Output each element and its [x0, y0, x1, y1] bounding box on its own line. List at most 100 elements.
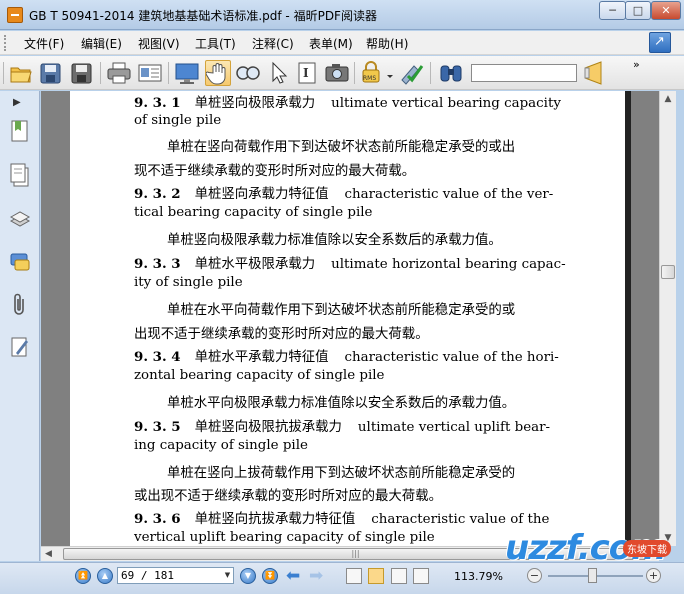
hand-tool-icon[interactable]: [205, 60, 231, 86]
term-heading: 9. 3. 3 单桩水平极限承载力 ultimate horizontal bear…: [134, 252, 566, 272]
previous-page-button[interactable]: ▲: [97, 568, 113, 584]
term-english: ultimate horizontal bearing capac-: [331, 257, 566, 272]
select-arrow-icon[interactable]: [265, 60, 291, 86]
print-icon[interactable]: [106, 60, 132, 86]
pages-thumbnail-icon[interactable]: [9, 163, 31, 187]
bookmarks-icon[interactable]: [9, 119, 31, 143]
menu-grip[interactable]: [4, 35, 8, 51]
term-english: ultimate vertical uplift bear-: [357, 420, 551, 435]
definition-line: 单桩在水平向荷载作用下到达破坏状态前所能稳定承受的或: [167, 303, 516, 318]
document-view[interactable]: 9. 3. 1 单桩竖向极限承载力 ultimate vertical bearin…: [41, 91, 659, 546]
menu-view[interactable]: 视图(V): [138, 35, 180, 52]
find-binoculars-icon[interactable]: [438, 60, 464, 86]
menu-bar: 文件(F) 编辑(E) 视图(V) 工具(T) 注释(C) 表单(M) 帮助(H…: [0, 31, 684, 55]
term-number: 9. 3. 2: [134, 186, 181, 202]
svg-text:I: I: [303, 66, 309, 80]
zoom-level: 113.79%: [454, 570, 503, 583]
layers-icon[interactable]: [9, 207, 31, 231]
comments-icon[interactable]: [9, 251, 31, 275]
term-english: characteristic value of the hori-: [344, 350, 559, 365]
window-title: GB T 50941-2014 建筑地基基础术语标准.pdf - 福昕PDF阅读…: [29, 9, 377, 23]
properties-icon[interactable]: [137, 60, 163, 86]
signatures-icon[interactable]: [9, 335, 31, 359]
toolbar-separator: [168, 62, 169, 84]
term-heading: 9. 3. 1 单桩竖向极限承载力 ultimate vertical bearin…: [134, 91, 561, 111]
text-line: 或出现不适于继续承载的变形时所对应的最大荷载。: [134, 489, 442, 504]
term-heading: 9. 3. 6 单桩竖向抗拔承载力特征值 characteristic value …: [134, 507, 549, 527]
minimize-button[interactable]: ─: [599, 1, 626, 20]
go-forward-icon[interactable]: ➡: [309, 566, 323, 586]
rms-dropdown-icon[interactable]: [386, 60, 394, 86]
term-chinese: 单桩竖向极限承载力: [194, 96, 316, 111]
navigation-panel: ▶: [0, 91, 40, 561]
text-line: zontal bearing capacity of single pile: [134, 368, 385, 383]
sign-check-icon[interactable]: [398, 60, 424, 86]
term-chinese: 单桩竖向极限抗拔承载力: [194, 420, 342, 435]
toolbar-overflow-button[interactable]: »: [633, 58, 640, 71]
scroll-up-icon[interactable]: ▲: [660, 91, 676, 107]
toolbar-separator: [430, 62, 431, 84]
menu-file[interactable]: 文件(F): [24, 35, 64, 52]
term-heading: 9. 3. 4 单桩水平承载力特征值 characteristic value of…: [134, 345, 559, 365]
last-page-button[interactable]: ⏬: [262, 568, 278, 584]
continuous-facing-view-icon[interactable]: [413, 568, 429, 584]
restore-window-icon[interactable]: [649, 32, 671, 53]
definition-line: 单桩竖向极限承载力标准值除以安全系数后的承载力值。: [167, 233, 502, 248]
text-line: 出现不适于继续承载的变形时所对应的最大荷载。: [134, 327, 429, 342]
save-as-icon[interactable]: [69, 60, 95, 86]
maximize-button[interactable]: □: [625, 1, 651, 20]
page-shadow: [625, 91, 631, 546]
term-number: 9. 3. 1: [134, 95, 181, 111]
scroll-left-icon[interactable]: ◀: [41, 547, 56, 562]
text-line: vertical uplift bearing capacity of sing…: [134, 530, 435, 545]
vertical-scrollbar[interactable]: ▲ ▼: [659, 91, 676, 546]
term-heading: 9. 3. 2 单桩竖向承载力特征值 characteristic value of…: [134, 182, 553, 202]
toolbar-separator: [354, 62, 355, 84]
term-number: 9. 3. 4: [134, 349, 181, 365]
term-heading: 9. 3. 5 单桩竖向极限抗拔承载力 ultimate vertical upli…: [134, 415, 550, 435]
text-select-icon[interactable]: I: [294, 60, 320, 86]
watermark-subtitle: 东坡下载: [623, 540, 671, 557]
text-line: ing capacity of single pile: [134, 438, 308, 453]
page-dropdown-icon[interactable]: ▼: [222, 568, 233, 583]
snapshot-icon[interactable]: [324, 60, 350, 86]
term-number: 9. 3. 3: [134, 256, 181, 272]
definition-line: 单桩在竖向上拔荷载作用下到达破坏状态前所能稳定承受的: [167, 466, 516, 481]
rms-lock-icon[interactable]: RMS: [358, 60, 384, 86]
text-line: tical bearing capacity of single pile: [134, 205, 373, 220]
search-input[interactable]: [471, 64, 577, 82]
menu-forms[interactable]: 表单(M): [309, 35, 353, 52]
menu-help[interactable]: 帮助(H): [366, 35, 408, 52]
text-line: of single pile: [134, 113, 222, 128]
open-folder-icon[interactable]: [8, 60, 34, 86]
first-page-button[interactable]: ⏫: [75, 568, 91, 584]
continuous-view-icon[interactable]: [368, 568, 384, 584]
vertical-scroll-thumb[interactable]: [661, 265, 675, 279]
fullscreen-icon[interactable]: [174, 60, 200, 86]
site-watermark: uzzf.com 东坡下载: [505, 528, 684, 594]
term-english: characteristic value of the ver-: [344, 187, 554, 202]
menu-tools[interactable]: 工具(T): [195, 35, 236, 52]
facing-view-icon[interactable]: [391, 568, 407, 584]
save-icon[interactable]: [38, 60, 64, 86]
search-next-icon[interactable]: [581, 60, 607, 86]
term-english: ultimate vertical bearing capacity: [331, 96, 561, 111]
attachments-icon[interactable]: [9, 293, 31, 317]
toolbar-grip: [3, 62, 4, 84]
definition-line: 单桩在竖向荷载作用下到达破坏状态前所能稳定承受的或出: [167, 140, 516, 155]
close-button[interactable]: ✕: [651, 1, 681, 20]
toolbar: I RMS: [0, 56, 684, 90]
menu-edit[interactable]: 编辑(E): [81, 35, 122, 52]
term-number: 9. 3. 5: [134, 419, 181, 435]
page-number-field[interactable]: 69 / 181: [117, 567, 234, 584]
go-back-icon[interactable]: ⬅: [286, 566, 300, 586]
single-page-view-icon[interactable]: [346, 568, 362, 584]
zoom-tool-icon[interactable]: [235, 60, 261, 86]
app-logo-icon: [7, 7, 23, 23]
toolbar-separator: [100, 62, 101, 84]
menu-comments[interactable]: 注释(C): [252, 35, 294, 52]
next-page-button[interactable]: ▼: [240, 568, 256, 584]
definition-line: 单桩水平向极限承载力标准值除以安全系数后的承载力值。: [167, 396, 516, 411]
term-chinese: 单桩竖向承载力特征值: [194, 187, 329, 202]
panel-expand-icon[interactable]: ▶: [13, 97, 21, 108]
